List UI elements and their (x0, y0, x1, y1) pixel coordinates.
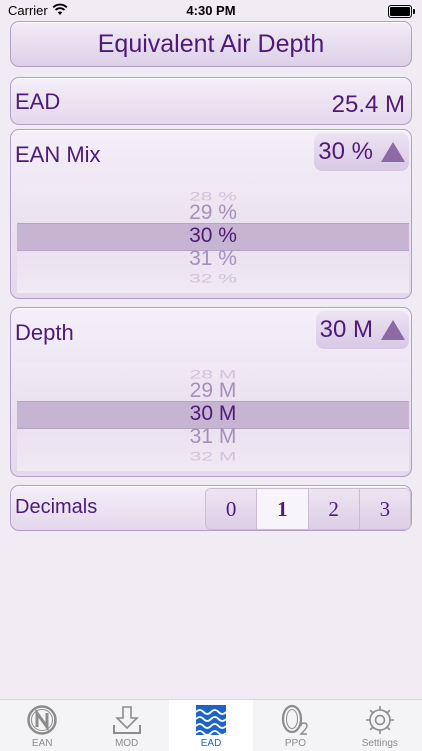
decimals-option-2[interactable]: 2 (308, 489, 360, 529)
decimals-option-0[interactable]: 0 (206, 489, 258, 529)
tab-label: EAD (200, 738, 222, 749)
tab-settings[interactable]: Settings (338, 700, 422, 751)
depth-section: Depth 30 M 28 M 29 M 30 M 31 M 32 M (10, 307, 412, 477)
ead-label: EAD (15, 89, 61, 114)
picker-row[interactable]: 32 M (17, 450, 409, 463)
depth-label: Depth (15, 320, 74, 345)
tab-ppo[interactable]: PPO (253, 700, 337, 751)
clock: 4:30 PM (186, 3, 236, 18)
tab-bar: EAN MOD EAD PPO Settings (0, 699, 422, 751)
waves-icon (195, 704, 227, 736)
page-title: Equivalent Air Depth (97, 29, 325, 58)
depth-toggle-button[interactable]: 30 M (315, 311, 409, 349)
decimals-option-1[interactable]: 1 (257, 489, 309, 529)
depth-picker[interactable]: 28 M 29 M 30 M 31 M 32 M (17, 363, 409, 471)
ean-mix-label: EAN Mix (15, 142, 101, 167)
ean-mix-section: EAN Mix 30 % 28 % 29 % 30 % 31 % 32 % (10, 129, 412, 299)
picker-row[interactable]: 29 % (17, 201, 409, 225)
ead-value: 25.4 M (331, 91, 405, 118)
tab-ean[interactable]: EAN (0, 700, 84, 751)
picker-row-selected[interactable]: 30 M (17, 402, 409, 426)
picker-row[interactable]: 31 % (17, 247, 409, 271)
ean-mix-selected-value: 30 % (318, 138, 373, 165)
picker-row[interactable]: 31 M (17, 425, 409, 449)
triangle-up-icon (381, 142, 405, 162)
decimals-label: Decimals (15, 496, 98, 518)
decimals-segmented-control[interactable]: 0 1 2 3 (205, 488, 411, 530)
decimals-row: Decimals 0 1 2 3 (10, 485, 412, 531)
tab-label: MOD (114, 738, 139, 749)
tab-label: Settings (361, 738, 398, 749)
n-circle-icon (26, 704, 58, 736)
tab-label: EAN (31, 738, 53, 749)
ean-mix-toggle-button[interactable]: 30 % (314, 133, 409, 171)
download-icon (111, 704, 143, 736)
triangle-up-icon (381, 320, 405, 340)
battery-icon (388, 5, 415, 18)
picker-row[interactable]: 29 M (17, 379, 409, 403)
tab-ead[interactable]: EAD (168, 700, 254, 751)
o2-icon (279, 704, 311, 736)
status-bar: Carrier 4:30 PM (0, 0, 422, 22)
depth-selected-value: 30 M (319, 316, 373, 343)
picker-row[interactable]: 32 % (17, 272, 409, 285)
picker-row-selected[interactable]: 30 % (17, 224, 409, 248)
title-bar: Equivalent Air Depth (10, 21, 412, 67)
tab-mod[interactable]: MOD (84, 700, 168, 751)
gear-icon (364, 704, 396, 736)
ean-mix-picker[interactable]: 28 % 29 % 30 % 31 % 32 % (17, 185, 409, 293)
tab-label: PPO (284, 738, 306, 749)
decimals-option-3[interactable]: 3 (359, 489, 410, 529)
ead-result-row: EAD 25.4 M (10, 77, 412, 125)
